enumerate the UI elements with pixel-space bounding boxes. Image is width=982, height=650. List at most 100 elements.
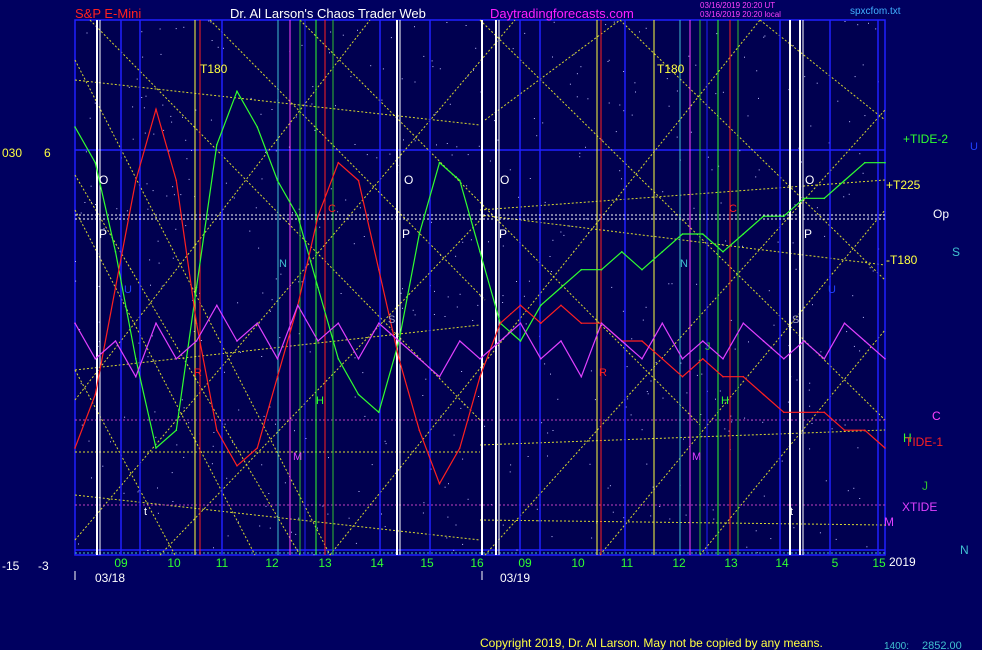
star-dot: [147, 356, 149, 358]
series-point-tide2: [762, 215, 765, 217]
series-point-tide2: [94, 161, 97, 164]
star-dot: [867, 216, 869, 218]
series-point-xtide: [337, 322, 340, 325]
series-point-xtide: [276, 358, 279, 360]
series-point-tide2: [580, 268, 583, 271]
star-dot: [152, 360, 154, 362]
star-dot: [295, 533, 297, 535]
series-point-tide1: [783, 411, 785, 414]
star-dot: [314, 129, 316, 131]
star-dot: [623, 71, 625, 72]
star-dot: [730, 319, 732, 321]
star-dot: [695, 64, 697, 66]
star-dot: [313, 554, 315, 556]
star-dot: [478, 396, 480, 397]
star-dot: [809, 405, 811, 407]
x-tick-label: 14: [775, 556, 789, 570]
star-dot: [414, 26, 415, 28]
star-dot: [579, 156, 581, 158]
series-point-xtide: [195, 340, 198, 342]
star-dot: [275, 278, 277, 280]
star-dot: [80, 212, 82, 214]
series-point-tide2: [459, 179, 461, 182]
timestamp-1: 03/16/2019 20:20 UT: [700, 1, 775, 10]
star-dot: [141, 31, 143, 33]
series-point-xtide: [94, 358, 97, 360]
series-point-xtide: [519, 322, 522, 325]
star-dot: [690, 131, 692, 133]
legend-m: M: [884, 515, 894, 529]
star-dot: [626, 366, 628, 368]
star-dot: [309, 351, 311, 353]
star-dot: [446, 537, 448, 539]
star-dot: [263, 415, 265, 417]
star-dot: [453, 549, 455, 551]
star-dot: [747, 115, 749, 117]
series-point-tide2: [438, 161, 441, 164]
star-dot: [261, 178, 263, 180]
star-dot: [422, 395, 424, 396]
star-dot: [376, 157, 378, 159]
price-prefix: 1400:: [884, 641, 909, 650]
star-dot: [233, 197, 235, 199]
label-s-1: S: [388, 314, 395, 326]
legend-t225: +T225: [886, 178, 921, 192]
star-dot: [172, 501, 174, 502]
star-dot: [317, 527, 318, 529]
series-point-tide2: [540, 304, 542, 307]
x-tick-label: 13: [724, 556, 738, 570]
series-point-xtide: [378, 322, 380, 325]
star-dot: [348, 517, 350, 519]
star-dot: [634, 82, 636, 84]
star-dot: [857, 447, 859, 449]
star-dot: [292, 212, 293, 214]
series-point-tide1: [884, 447, 886, 449]
star-dot: [357, 29, 358, 31]
x-tick-label: 14: [370, 556, 384, 570]
series-point-xtide: [884, 358, 886, 360]
star-dot: [402, 307, 403, 309]
star-dot: [461, 371, 463, 372]
x-tick-label: 11: [216, 556, 229, 570]
copyright: Copyright 2019, Dr. Al Larson. May not b…: [480, 636, 823, 650]
star-dot: [792, 45, 794, 47]
star-dot: [715, 398, 716, 400]
series-point-xtide: [317, 340, 319, 342]
star-dot: [137, 491, 139, 493]
star-dot: [857, 24, 859, 26]
star-dot: [327, 513, 329, 515]
star-dot: [641, 429, 643, 431]
star-dot: [462, 458, 464, 460]
series-point-tide2: [297, 215, 299, 217]
star-dot: [668, 105, 670, 107]
legend-j: J: [922, 479, 928, 493]
star-dot: [523, 295, 525, 297]
series-point-xtide: [256, 322, 259, 325]
star-dot: [615, 131, 617, 133]
star-dot: [734, 348, 736, 350]
star-dot: [238, 409, 240, 411]
star-dot: [213, 547, 214, 549]
star-dot: [763, 495, 765, 497]
star-dot: [843, 196, 845, 198]
star-dot: [364, 415, 366, 417]
x-tick-label: 10: [571, 556, 585, 570]
star-dot: [811, 423, 813, 424]
star-dot: [844, 21, 846, 22]
star-dot: [337, 211, 339, 213]
star-dot: [335, 105, 336, 107]
site-url[interactable]: Daytradingforecasts.com: [490, 6, 634, 21]
star-dot: [744, 417, 746, 419]
star-dot: [739, 150, 741, 152]
star-dot: [329, 52, 330, 54]
star-dot: [639, 31, 640, 33]
star-dot: [547, 455, 548, 457]
series-point-xtide: [418, 358, 421, 360]
series-point-xtide: [661, 322, 664, 325]
star-dot: [619, 104, 621, 106]
series-point-tide2: [195, 286, 198, 289]
series-point-tide1: [681, 375, 684, 378]
x-tick-label: 5: [832, 556, 839, 570]
star-dot: [720, 202, 722, 204]
star-dot: [224, 423, 226, 425]
